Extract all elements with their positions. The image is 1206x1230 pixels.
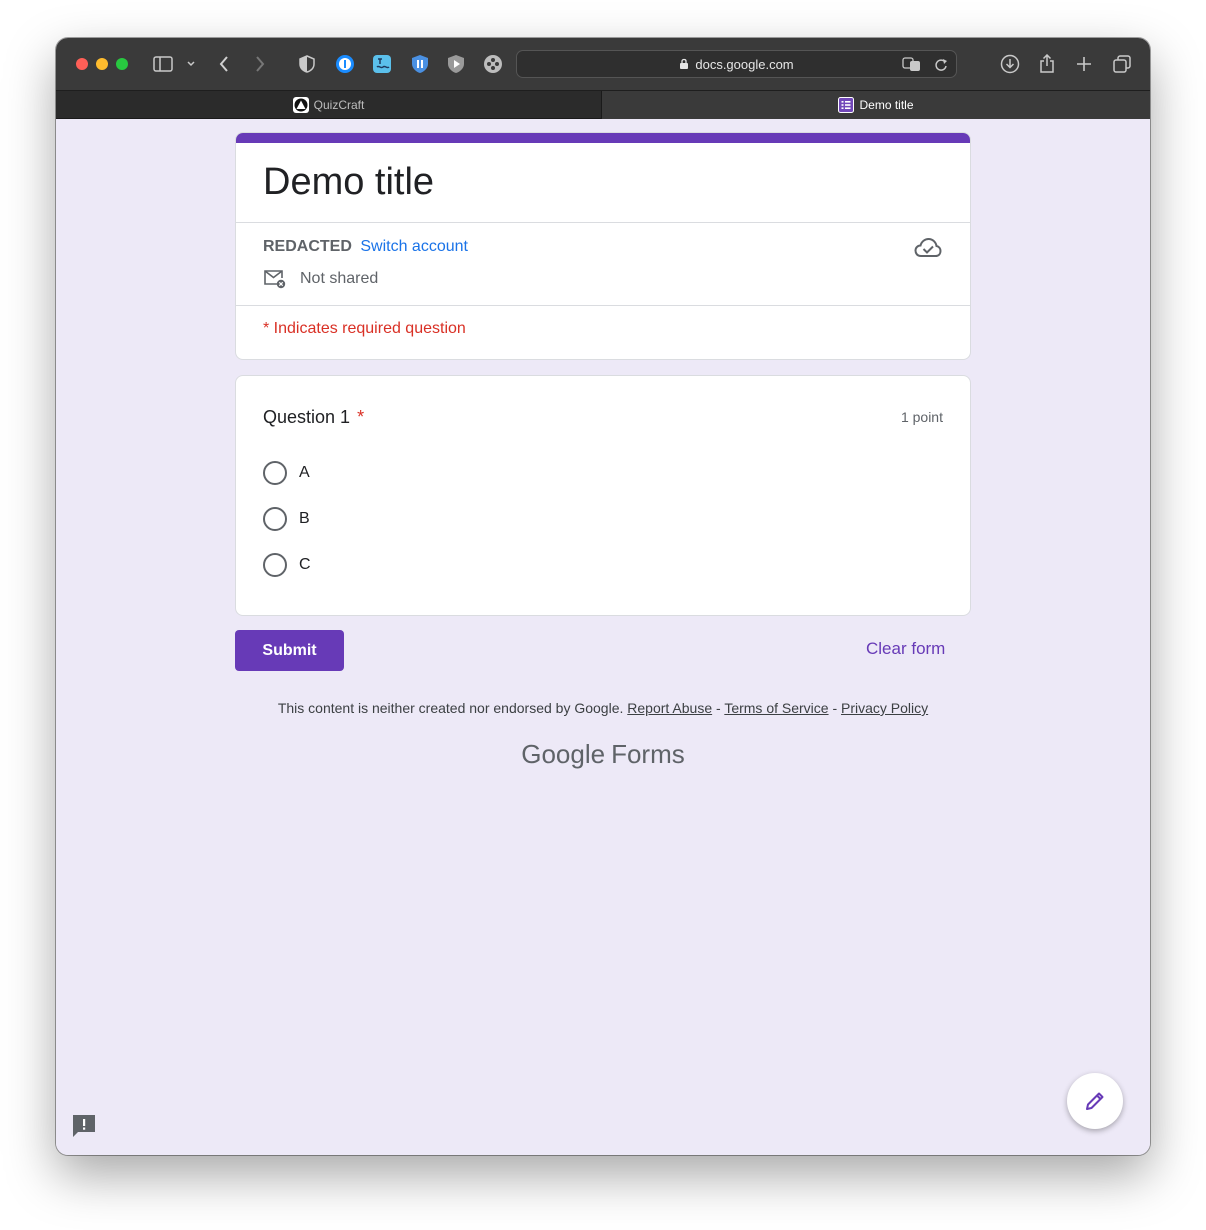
browser-toolbar: docs.google.com	[56, 38, 1150, 90]
form-title: Demo title	[263, 161, 435, 203]
play-shield-icon[interactable]	[445, 52, 467, 76]
back-icon[interactable]	[216, 52, 232, 76]
footer-disclaimer: This content is neither created nor endo…	[56, 700, 1150, 716]
close-window-button[interactable]	[76, 58, 88, 70]
privacy-shield-icon[interactable]	[297, 52, 317, 76]
tab-demo-title[interactable]: Demo title	[602, 91, 1150, 119]
brand-forms: Forms	[611, 739, 685, 769]
option-b[interactable]: B	[263, 506, 310, 532]
share-icon[interactable]	[1037, 52, 1057, 76]
translate-icon[interactable]	[902, 56, 922, 75]
downloads-icon[interactable]	[999, 52, 1021, 76]
terms-of-service-link[interactable]: Terms of Service	[724, 700, 828, 716]
google-forms-logo[interactable]: Google Forms	[56, 739, 1150, 770]
edit-fab-button[interactable]	[1067, 1073, 1123, 1129]
lock-icon	[680, 58, 689, 69]
quizcraft-logo-icon	[292, 97, 309, 113]
address-bar[interactable]: docs.google.com	[516, 50, 957, 78]
question-card: Question 1 * 1 point A B C	[235, 375, 971, 616]
privacy-policy-link[interactable]: Privacy Policy	[841, 700, 928, 716]
new-tab-icon[interactable]	[1074, 52, 1094, 76]
radio-button[interactable]	[263, 553, 287, 577]
gamepad-icon[interactable]	[482, 52, 504, 76]
minimize-window-button[interactable]	[96, 58, 108, 70]
form-header-card: Demo title REDACTED Switch account Not s…	[235, 132, 971, 360]
required-asterisk: *	[357, 407, 365, 427]
separator: -	[832, 700, 838, 716]
submit-button[interactable]: Submit	[235, 630, 344, 671]
maximize-window-button[interactable]	[116, 58, 128, 70]
required-note: * Indicates required question	[263, 320, 466, 337]
question-points: 1 point	[900, 409, 943, 425]
pencil-icon	[1086, 1092, 1104, 1110]
option-a[interactable]: A	[263, 460, 310, 486]
option-label: C	[299, 556, 311, 573]
clear-form-button[interactable]: Clear form	[866, 639, 945, 659]
feedback-icon[interactable]	[71, 1113, 97, 1139]
url-text: docs.google.com	[695, 56, 794, 72]
share-status: Not shared	[300, 270, 379, 287]
divider	[236, 305, 970, 306]
disclaimer-text: This content is neither created nor endo…	[277, 700, 624, 716]
extension-icon[interactable]	[371, 52, 393, 76]
option-label: B	[299, 510, 310, 527]
switch-account-link[interactable]: Switch account	[360, 238, 468, 255]
tab-quizcraft[interactable]: QuizCraft	[56, 91, 602, 119]
google-forms-icon	[838, 97, 855, 113]
account-name: REDACTED	[263, 238, 352, 255]
password-manager-icon[interactable]	[334, 52, 356, 76]
question-label: Question 1	[263, 407, 351, 427]
tab-overview-icon[interactable]	[1111, 52, 1133, 76]
tab-label: Demo title	[859, 98, 914, 112]
page-content: Demo title REDACTED Switch account Not s…	[56, 119, 1150, 1155]
forward-icon[interactable]	[252, 52, 268, 76]
tab-label: QuizCraft	[313, 98, 365, 112]
option-c[interactable]: C	[263, 552, 311, 578]
separator: -	[716, 700, 721, 716]
report-abuse-link[interactable]: Report Abuse	[627, 700, 712, 716]
account-line: REDACTED Switch account	[263, 238, 468, 256]
reload-icon[interactable]	[934, 56, 948, 75]
mail-not-shared-icon	[263, 269, 287, 294]
question-title: Question 1 *	[263, 407, 364, 428]
radio-button[interactable]	[263, 507, 287, 531]
option-label: A	[299, 464, 310, 481]
brand-google: Google	[521, 739, 606, 769]
divider	[236, 222, 970, 223]
radio-button[interactable]	[263, 461, 287, 485]
cloud-saved-icon[interactable]	[914, 237, 942, 264]
sidebar-toggle-icon[interactable]	[152, 52, 174, 76]
tab-bar: QuizCraft Demo title	[56, 90, 1150, 119]
chevron-down-icon[interactable]	[184, 52, 198, 76]
shield-extension-icon[interactable]	[409, 52, 431, 76]
accent-band	[236, 133, 970, 143]
browser-window: docs.google.com QuizCraft Demo title Dem…	[56, 38, 1150, 1155]
